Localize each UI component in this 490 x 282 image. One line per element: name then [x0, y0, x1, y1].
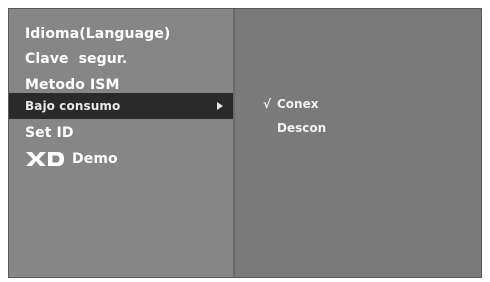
submenu-option-descon[interactable]: Descon	[277, 121, 326, 135]
menu-item-clave-segur[interactable]: Clave segur.	[9, 46, 233, 72]
submenu-option-conex[interactable]: √ Conex	[263, 97, 318, 111]
triangle-right-icon	[217, 102, 223, 110]
osd-menu: Idioma(Language) Clave segur. Metodo ISM…	[8, 8, 482, 278]
menu-item-label: Idioma(Language)	[25, 26, 171, 42]
menu-panel: Idioma(Language) Clave segur. Metodo ISM…	[9, 9, 233, 277]
submenu-option-label: Descon	[277, 121, 327, 135]
menu-item-label: Demo	[72, 151, 118, 167]
menu-item-demo[interactable]: Demo	[9, 146, 233, 172]
submenu-option-label: Conex	[277, 97, 319, 111]
menu-item-label: Set ID	[25, 125, 74, 141]
xd-logo-icon	[25, 151, 65, 167]
check-icon: √	[263, 97, 272, 111]
menu-item-label: Clave segur.	[25, 51, 128, 67]
menu-item-label: Metodo ISM	[25, 77, 120, 93]
menu-item-set-id[interactable]: Set ID	[9, 120, 233, 146]
submenu-panel: √ Conex Descon	[235, 9, 481, 277]
menu-item-bajo-consumo[interactable]: Bajo consumo	[9, 93, 233, 119]
menu-item-idioma[interactable]: Idioma(Language)	[9, 21, 233, 47]
menu-item-label: Bajo consumo	[25, 99, 121, 113]
